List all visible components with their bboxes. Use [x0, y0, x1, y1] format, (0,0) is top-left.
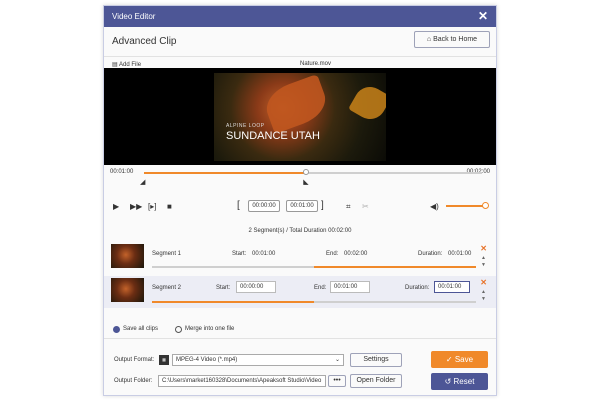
output-folder-field[interactable]: C:\Users\market160328\Documents\Apeaksof…: [158, 375, 326, 387]
title-bar: Video Editor ✕: [104, 6, 496, 27]
segment-range-fill: [152, 301, 314, 303]
page-title: Advanced Clip: [112, 36, 177, 47]
video-frame: ALPINE LOOP SUNDANCE UTAH: [214, 73, 386, 161]
move-down-icon[interactable]: ▼: [481, 262, 486, 268]
end-marker-icon[interactable]: ◣: [303, 178, 308, 186]
chevron-down-icon: ⌄: [334, 357, 340, 363]
output-format-label: Output Format:: [114, 357, 155, 363]
segment-start-label: Start:: [216, 285, 231, 291]
video-format-icon: ▦: [159, 355, 169, 365]
segment-thumbnail: [111, 244, 144, 268]
segment-start-value: 00:01:00: [252, 251, 276, 257]
reset-label: Reset: [453, 377, 475, 386]
move-up-icon[interactable]: ▲: [481, 289, 486, 295]
segment-start-label: Start:: [232, 251, 247, 257]
crop-icon[interactable]: ⌗: [346, 202, 351, 212]
output-folder-label: Output Folder:: [114, 378, 153, 384]
segment-row[interactable]: Segment 2 Start: 00:00:00 End: 00:01:00 …: [104, 276, 496, 308]
output-footer: Output Format: ▦ MPEG-4 Video (*.mp4) ⌄ …: [104, 338, 496, 396]
video-title: SUNDANCE UTAH: [226, 130, 320, 142]
browse-folder-button[interactable]: •••: [328, 375, 346, 387]
window-title: Video Editor: [112, 12, 156, 21]
video-subtitle: ALPINE LOOP: [226, 123, 265, 129]
move-up-icon[interactable]: ▲: [481, 255, 486, 261]
save-all-label: Save all clips: [123, 326, 159, 332]
settings-button[interactable]: Settings: [350, 353, 402, 367]
fast-forward-icon[interactable]: ▶▶: [130, 202, 142, 211]
segment-range-fill: [314, 266, 476, 268]
clip-end-time-field[interactable]: 00:01:00: [286, 200, 318, 212]
video-editor-window: Video Editor ✕ Advanced Clip ⌂ Back to H…: [103, 5, 497, 396]
split-icon[interactable]: ✂: [362, 202, 369, 211]
save-label: Save: [454, 355, 474, 364]
segment-duration-label: Duration:: [418, 251, 443, 257]
leaf-decoration: [260, 74, 332, 134]
segment-start-field[interactable]: 00:00:00: [236, 281, 276, 293]
merge-label: Merge into one file: [185, 326, 235, 332]
reset-icon: ↺: [444, 377, 454, 386]
save-all-radio[interactable]: [113, 326, 120, 333]
close-icon[interactable]: ✕: [478, 9, 488, 23]
delete-segment-icon[interactable]: ✕: [480, 278, 487, 287]
segment-end-label: End:: [314, 285, 327, 291]
clip-start-time-field[interactable]: 00:00:00: [248, 200, 280, 212]
output-format-select[interactable]: MPEG-4 Video (*.mp4) ⌄: [172, 354, 344, 366]
segment-summary: 2 Segment(s) / Total Duration 00:02:00: [248, 228, 352, 234]
check-icon: ✓: [445, 355, 455, 364]
segment-name: Segment 1: [152, 251, 182, 257]
reset-button[interactable]: ↺ Reset: [431, 373, 488, 390]
delete-segment-icon[interactable]: ✕: [480, 244, 487, 253]
set-end-icon[interactable]: ]: [321, 200, 324, 211]
timeline-start-time: 00:01:00: [110, 169, 134, 175]
add-file-button[interactable]: ▤ Add File: [112, 61, 141, 68]
output-options: Save all clips Merge into one file: [104, 324, 496, 338]
back-to-home-label: Back to Home: [433, 36, 478, 43]
volume-icon[interactable]: ◀): [430, 202, 439, 211]
play-icon[interactable]: ▶: [113, 202, 119, 211]
set-start-icon[interactable]: [: [237, 200, 240, 211]
save-button[interactable]: ✓ Save: [431, 351, 488, 368]
timeline-progress: [144, 172, 307, 174]
segment-row[interactable]: Segment 1 Start: 00:01:00 End: 00:02:00 …: [104, 242, 496, 274]
volume-knob[interactable]: [482, 202, 489, 209]
segment-duration-value: 00:01:00: [448, 251, 472, 257]
segment-duration-label: Duration:: [405, 285, 430, 291]
move-down-icon[interactable]: ▼: [481, 296, 486, 302]
leaf-decoration: [348, 81, 386, 125]
back-to-home-button[interactable]: ⌂ Back to Home: [414, 31, 490, 48]
timeline-playhead[interactable]: [303, 169, 310, 175]
volume-slider[interactable]: [446, 205, 486, 207]
stop-icon[interactable]: ■: [167, 202, 172, 211]
file-name: Nature.mov: [300, 61, 332, 67]
segment-end-value: 00:02:00: [344, 251, 368, 257]
playback-controls: ▶ ▶▶ [▸] ■ [ 00:00:00 00:01:00 ] ⌗ ✂ ◀): [104, 199, 496, 215]
start-marker-icon[interactable]: ◢: [140, 178, 145, 186]
segment-thumbnail: [111, 278, 144, 302]
output-format-value: MPEG-4 Video (*.mp4): [176, 357, 238, 363]
merge-radio[interactable]: [175, 326, 182, 333]
segment-end-label: End:: [326, 251, 339, 257]
clip-header: Advanced Clip ⌂ Back to Home: [104, 27, 496, 57]
timeline[interactable]: 00:01:00 00:02:00 ◢ ◣: [104, 166, 496, 188]
video-preview: ALPINE LOOP SUNDANCE UTAH: [104, 68, 496, 165]
segment-duration-field[interactable]: 00:01:00: [434, 281, 470, 293]
segment-name: Segment 2: [152, 285, 182, 291]
frame-step-icon[interactable]: [▸]: [148, 202, 156, 211]
open-folder-button[interactable]: Open Folder: [350, 374, 402, 388]
segment-end-field[interactable]: 00:01:00: [330, 281, 370, 293]
